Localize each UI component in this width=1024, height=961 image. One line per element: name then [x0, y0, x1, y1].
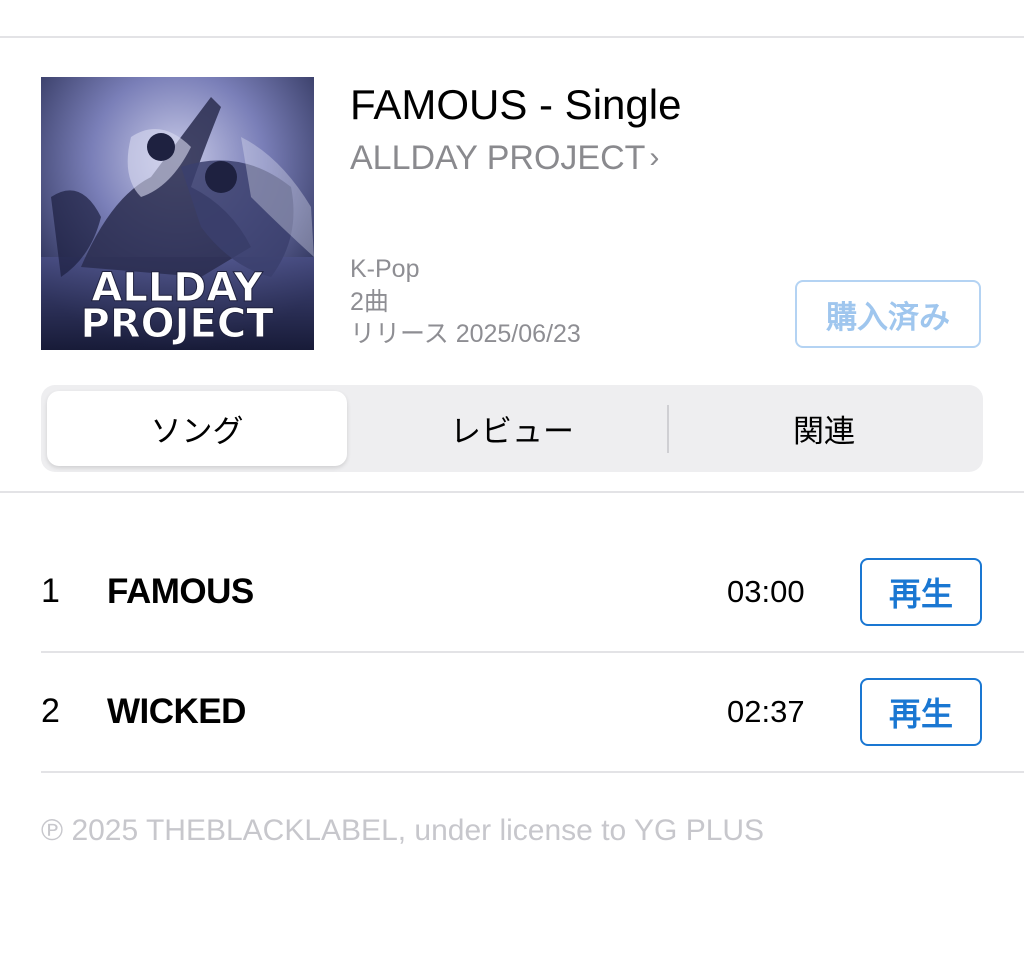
track-duration: 03:00: [727, 574, 805, 609]
track-duration: 02:37: [727, 694, 805, 729]
chevron-right-icon: ›: [649, 141, 660, 174]
track-count-label: 2曲: [350, 288, 389, 316]
release-date-label: リリース 2025/06/23: [350, 320, 581, 348]
purchased-button[interactable]: 購入済み: [795, 280, 981, 348]
play-button[interactable]: 再生: [860, 678, 982, 746]
artist-name: ALLDAY PROJECT: [350, 139, 646, 177]
tab-reviews[interactable]: レビュー: [359, 391, 665, 466]
track-title: FAMOUS: [107, 572, 254, 611]
album-title: FAMOUS - Single: [350, 81, 682, 128]
track-row[interactable]: 1 FAMOUS 03:00 再生: [41, 532, 1024, 652]
artwork-text-line2: PROJECT: [81, 301, 275, 347]
segmented-control: ソング レビュー 関連: [41, 385, 983, 472]
section-divider: [0, 491, 1024, 493]
track-number: 2: [41, 692, 60, 730]
play-button[interactable]: 再生: [860, 558, 982, 626]
tab-songs[interactable]: ソング: [47, 391, 347, 466]
track-title: WICKED: [107, 692, 246, 731]
track-row[interactable]: 2 WICKED 02:37 再生: [41, 652, 1024, 772]
album-artwork: ALLDAY PROJECT: [41, 77, 314, 350]
genre-label: K-Pop: [350, 255, 420, 283]
copyright-notice: ℗ 2025 THEBLACKLABEL, under license to Y…: [41, 814, 765, 847]
row-divider: [41, 771, 1024, 773]
track-number: 1: [41, 572, 60, 610]
artist-link[interactable]: ALLDAY PROJECT ›: [350, 136, 659, 180]
top-divider: [0, 36, 1024, 38]
tab-related[interactable]: 関連: [669, 391, 979, 466]
